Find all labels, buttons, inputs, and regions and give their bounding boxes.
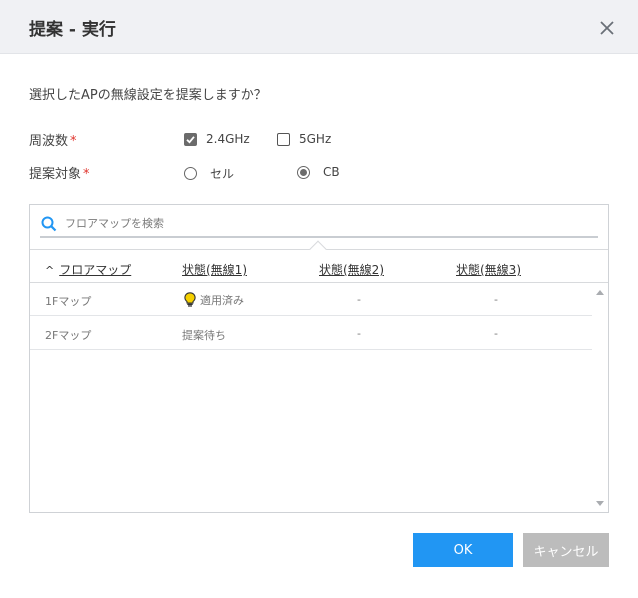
- scroll-down-icon[interactable]: [596, 501, 604, 506]
- close-icon[interactable]: [597, 18, 617, 38]
- radio1-status-cell: 適用済み: [184, 292, 244, 310]
- column-header-floor-map-label: フロアマップ: [59, 263, 132, 277]
- target-cell-label: セル: [210, 167, 235, 181]
- frequency-5ghz-checkbox[interactable]: 5GHz: [277, 132, 331, 146]
- checkbox-unchecked-icon[interactable]: [277, 132, 290, 146]
- radio-selected-icon[interactable]: [297, 165, 310, 179]
- confirm-question: 選択したAPの無線設定を提案しますか？: [29, 88, 267, 103]
- table-row[interactable]: 1Fマップ 適用済み - -: [30, 283, 592, 316]
- column-header-radio3[interactable]: 状態(無線3): [456, 261, 521, 278]
- cancel-button[interactable]: キャンセル: [523, 533, 609, 567]
- pointer-notch: [309, 240, 327, 258]
- radio2-status-cell: -: [357, 293, 361, 306]
- target-label: 提案対象 *: [29, 163, 90, 182]
- scroll-up-icon[interactable]: [596, 290, 604, 295]
- frequency-label-text: 周波数: [29, 134, 69, 149]
- radio3-status-cell: -: [494, 327, 498, 340]
- radio3-status-cell: -: [494, 293, 498, 306]
- dialog-title: 提案 - 実行: [29, 20, 116, 40]
- column-header-radio2[interactable]: 状態(無線2): [319, 261, 384, 278]
- frequency-2-4ghz-label: 2.4GHz: [206, 132, 250, 146]
- radio1-status-cell: 提案待ち: [182, 329, 226, 342]
- target-label-text: 提案対象: [29, 167, 82, 182]
- target-cb-radio[interactable]: CB: [297, 165, 340, 179]
- floor-map-cell: 2Fマップ: [45, 329, 92, 342]
- radio2-status-cell: -: [357, 327, 361, 340]
- floor-map-cell: 1Fマップ: [45, 295, 92, 308]
- lightbulb-icon: [184, 292, 196, 310]
- frequency-2-4ghz-checkbox[interactable]: 2.4GHz: [184, 132, 250, 146]
- table-scrollbar[interactable]: [592, 283, 608, 512]
- search-bar: [40, 211, 598, 238]
- radio1-status-text: 適用済み: [200, 294, 244, 307]
- column-header-radio1[interactable]: 状態(無線1): [182, 261, 247, 278]
- frequency-label: 周波数 *: [29, 130, 77, 149]
- target-cell-radio[interactable]: セル: [184, 165, 234, 182]
- radio-unselected-icon[interactable]: [184, 167, 197, 180]
- dialog-header: 提案 - 実行: [0, 0, 638, 54]
- target-cb-label: CB: [323, 165, 340, 179]
- required-mark: *: [70, 134, 77, 149]
- table-row[interactable]: 2Fマップ 提案待ち - -: [30, 317, 592, 350]
- required-mark: *: [83, 167, 90, 182]
- sort-ascending-icon: ^: [45, 264, 55, 277]
- frequency-5ghz-label: 5GHz: [299, 132, 332, 146]
- ok-button[interactable]: OK: [413, 533, 513, 567]
- search-input[interactable]: [65, 217, 565, 230]
- column-header-floor-map[interactable]: ^ フロアマップ: [45, 261, 131, 278]
- floor-map-panel: ^ フロアマップ 状態(無線1) 状態(無線2) 状態(無線3) 1Fマップ 適用…: [29, 204, 609, 513]
- search-icon: [41, 216, 57, 232]
- checkbox-checked-icon[interactable]: [184, 132, 197, 146]
